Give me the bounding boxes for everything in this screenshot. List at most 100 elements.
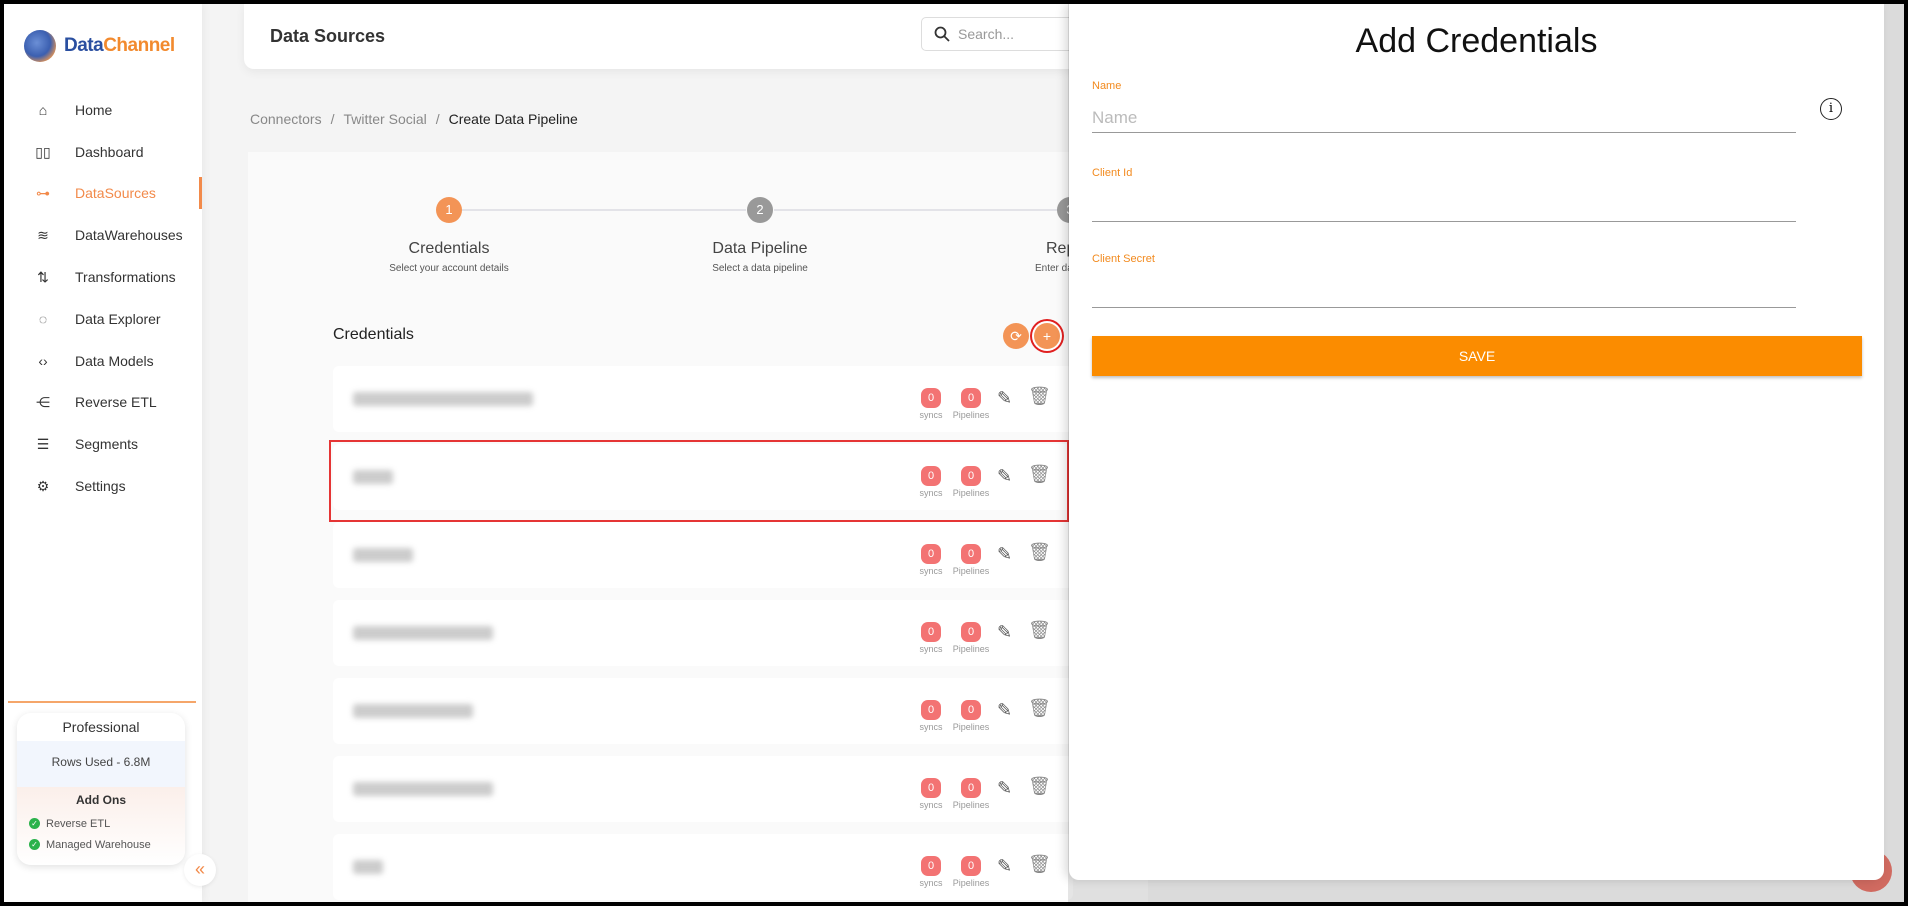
save-button[interactable]: SAVE <box>1092 336 1862 376</box>
edit-icon[interactable]: ✎ <box>997 856 1012 877</box>
trash-icon[interactable]: 🗑 <box>1028 620 1051 641</box>
selected-row-highlight <box>329 440 1069 522</box>
credential-name-redacted <box>353 548 413 562</box>
sidebar-item-dashboard[interactable]: ▯▯ Dashboard <box>4 134 202 170</box>
breadcrumb-twitter-social[interactable]: Twitter Social <box>343 111 426 127</box>
sidebar-item-label: Dashboard <box>75 144 144 160</box>
client-secret-input[interactable] <box>1092 278 1796 308</box>
add-credentials-panel: Add Credentials Name i Client Id Client … <box>1069 4 1884 880</box>
step-title: Data Pipeline <box>712 240 808 257</box>
pipelines-label: Pipelines <box>952 878 990 888</box>
sidebar: DataChannel ⌂ Home ▯▯ Dashboard ⊶ DataSources… <box>4 4 216 902</box>
trash-icon[interactable]: 🗑 <box>1028 854 1051 875</box>
credential-name-redacted <box>353 704 473 718</box>
dashboard-icon: ▯▯ <box>35 143 51 160</box>
credentials-heading: Credentials <box>333 326 414 343</box>
trash-icon[interactable]: 🗑 <box>1028 776 1051 797</box>
credential-row[interactable]: 0 syncs 0 Pipelines ✎ 🗑 <box>333 522 1073 588</box>
edit-icon[interactable]: ✎ <box>997 778 1012 799</box>
pipelines-label: Pipelines <box>952 800 990 810</box>
addon-item: ✓ Reverse ETL <box>29 813 185 834</box>
breadcrumb-connectors[interactable]: Connectors <box>250 111 322 127</box>
edit-icon[interactable]: ✎ <box>997 622 1012 643</box>
sidebar-item-label: Reverse ETL <box>75 394 157 410</box>
collapse-sidebar-button[interactable]: « <box>184 854 216 886</box>
transform-icon: ⇅ <box>37 268 49 285</box>
pipelines-label: Pipelines <box>952 722 990 732</box>
syncs-count: 0 <box>921 622 941 642</box>
pipelines-count: 0 <box>961 856 981 876</box>
breadcrumb: Connectors / Twitter Social / Create Data Pi… <box>250 111 578 127</box>
sidebar-item-data-explorer[interactable]: ◌ Data Explorer <box>4 301 202 337</box>
syncs-count: 0 <box>921 544 941 564</box>
client-id-input[interactable] <box>1092 192 1796 222</box>
trash-icon[interactable]: 🗑 <box>1028 542 1051 563</box>
stepper-line <box>462 209 746 211</box>
sidebar-item-transformations[interactable]: ⇅ Transformations <box>4 259 202 295</box>
add-credential-button[interactable]: + <box>1034 323 1060 349</box>
check-icon: ✓ <box>29 839 40 850</box>
sidebar-item-reverse-etl[interactable]: ⋲ Reverse ETL <box>4 384 202 420</box>
pipelines-count: 0 <box>961 622 981 642</box>
syncs-count: 0 <box>921 856 941 876</box>
home-icon: ⌂ <box>38 102 48 118</box>
client-id-label: Client Id <box>1092 167 1133 179</box>
panel-title: Add Credentials <box>1355 22 1598 60</box>
info-icon[interactable]: i <box>1820 98 1842 120</box>
credential-row[interactable]: 0 syncs 0 Pipelines ✎ 🗑 <box>333 366 1073 432</box>
trash-icon[interactable]: 🗑 <box>1028 698 1051 719</box>
logo-mark-icon <box>24 30 56 62</box>
page-title: Data Sources <box>270 26 386 46</box>
pipelines-count: 0 <box>961 778 981 798</box>
plan-card: Professional Rows Used - 6.8M Add Ons ✓ R… <box>17 713 185 865</box>
gear-icon: ⚙ <box>36 477 50 494</box>
credential-row[interactable]: 0 syncs 0 Pipelines ✎ 🗑 <box>333 678 1073 744</box>
trash-icon[interactable]: 🗑 <box>1028 386 1051 407</box>
divider <box>8 701 196 703</box>
datasources-icon: ⊶ <box>36 184 50 201</box>
sidebar-item-datawarehouses[interactable]: ≋ DataWarehouses <box>4 217 202 253</box>
step-1-indicator[interactable]: 1 <box>436 197 462 223</box>
sidebar-item-segments[interactable]: ☰ Segments <box>4 426 202 462</box>
edit-icon[interactable]: ✎ <box>997 544 1012 565</box>
sidebar-item-label: Data Explorer <box>75 311 161 327</box>
sidebar-item-data-models[interactable]: ‹› Data Models <box>4 343 202 379</box>
sidebar-item-settings[interactable]: ⚙ Settings <box>4 468 202 504</box>
sidebar-item-label: Data Models <box>75 353 154 369</box>
pipelines-label: Pipelines <box>952 566 990 576</box>
explorer-icon: ◌ <box>38 311 48 327</box>
sidebar-item-label: Segments <box>75 436 139 452</box>
credential-row[interactable]: 0 syncs 0 Pipelines ✎ 🗑 <box>333 600 1073 666</box>
syncs-count: 0 <box>921 778 941 798</box>
sidebar-item-label: Home <box>75 102 113 118</box>
sidebar-item-label: Transformations <box>75 269 176 285</box>
search-icon <box>934 26 950 42</box>
edit-icon[interactable]: ✎ <box>997 388 1012 409</box>
credential-row[interactable]: 0 syncs 0 Pipelines ✎ 🗑 <box>333 756 1073 822</box>
sidebar-item-label: DataWarehouses <box>75 227 183 243</box>
layers-icon: ≋ <box>37 226 49 243</box>
plan-name: Professional <box>62 719 140 735</box>
credential-row[interactable]: 0 syncs 0 Pipelines ✎ 🗑 <box>333 834 1073 900</box>
logo[interactable]: DataChannel <box>24 30 175 62</box>
segments-icon: ☰ <box>36 435 50 452</box>
credential-name-redacted <box>353 392 533 406</box>
pipelines-count: 0 <box>961 700 981 720</box>
pipelines-label: Pipelines <box>952 644 990 654</box>
credential-name-redacted <box>353 782 493 796</box>
pipelines-count: 0 <box>961 388 981 408</box>
models-icon: ‹› <box>38 353 48 369</box>
name-input[interactable] <box>1092 103 1796 133</box>
credential-name-redacted <box>353 626 493 640</box>
refresh-button[interactable]: ⟳ <box>1003 323 1029 349</box>
step-2-indicator[interactable]: 2 <box>747 197 773 223</box>
step-subtitle: Select a data pipeline <box>712 263 808 274</box>
addons-title: Add Ons <box>76 793 126 807</box>
syncs-count: 0 <box>921 388 941 408</box>
sidebar-item-datasources[interactable]: ⊶ DataSources <box>4 175 202 211</box>
edit-icon[interactable]: ✎ <box>997 700 1012 721</box>
sidebar-item-label: DataSources <box>75 185 156 201</box>
breadcrumb-current: Create Data Pipeline <box>448 111 578 127</box>
sidebar-item-home[interactable]: ⌂ Home <box>4 92 202 128</box>
rows-used: Rows Used - 6.8M <box>17 741 185 787</box>
